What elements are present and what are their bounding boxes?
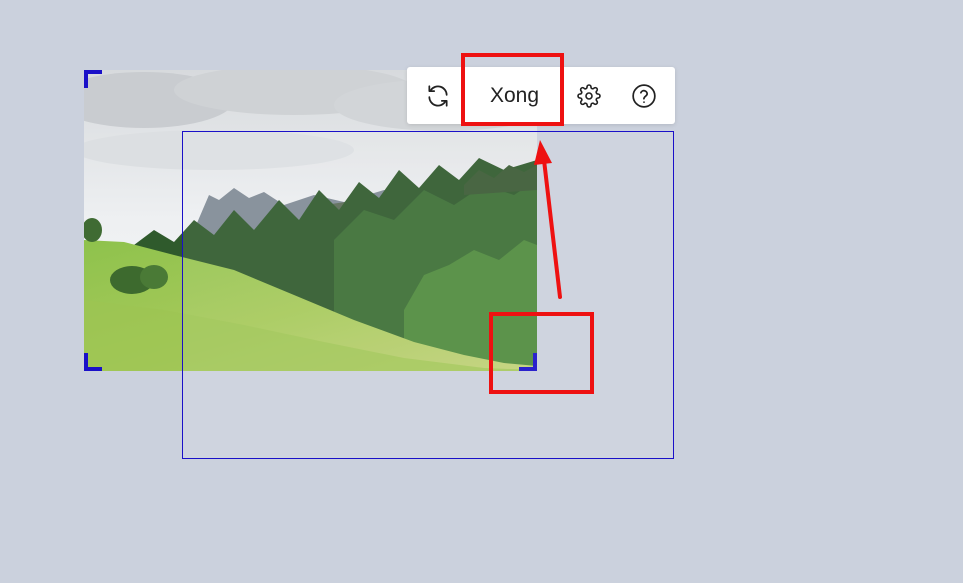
help-button[interactable] <box>616 67 671 124</box>
crop-handle-bottom-left[interactable] <box>84 353 102 371</box>
done-button[interactable]: Xong <box>469 67 561 124</box>
crop-selection-frame[interactable] <box>182 131 674 459</box>
help-circle-icon <box>631 83 656 108</box>
reset-button[interactable] <box>407 67 469 124</box>
refresh-icon <box>428 84 448 107</box>
settings-button[interactable] <box>561 67 616 124</box>
crop-handle-top-left[interactable] <box>84 70 102 88</box>
crop-toolbar: Xong <box>407 67 675 124</box>
gear-icon <box>576 83 601 108</box>
